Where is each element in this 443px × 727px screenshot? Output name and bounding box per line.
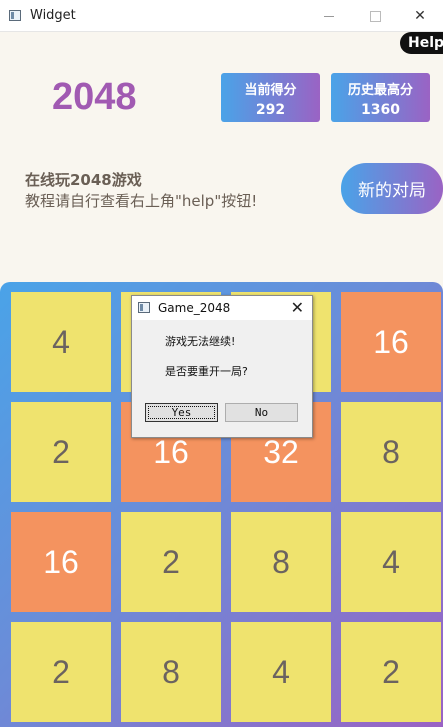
maximize-button[interactable] <box>352 0 398 32</box>
dialog-close-icon[interactable]: ✕ <box>291 298 304 317</box>
dialog-message-line2: 是否要重开一局? <box>165 365 248 378</box>
board-tile: 8 <box>121 622 221 722</box>
yes-button[interactable]: Yes <box>145 403 218 422</box>
board-tile: 2 <box>11 622 111 722</box>
current-score-value: 292 <box>255 102 286 118</box>
window-titlebar: Widget ✕ <box>0 0 443 32</box>
board-tile: 2 <box>341 622 441 722</box>
board-tile: 16 <box>11 512 111 612</box>
board-tile: 8 <box>341 402 441 502</box>
board-tile: 4 <box>231 622 331 722</box>
window-title: Widget <box>30 8 76 23</box>
current-score-label: 当前得分 <box>244 83 297 98</box>
current-score-box: 当前得分 292 <box>221 73 320 122</box>
minimize-icon <box>324 15 334 17</box>
dialog-titlebar: Game_2048 ✕ <box>132 296 312 320</box>
close-button[interactable]: ✕ <box>397 0 443 32</box>
board-tile: 2 <box>121 512 221 612</box>
best-score-value: 1360 <box>361 102 400 118</box>
board-tile: 4 <box>11 292 111 392</box>
app-window-icon <box>9 10 21 21</box>
help-button[interactable]: Help <box>400 32 443 54</box>
new-game-button[interactable]: 新的对局 <box>341 163 443 214</box>
best-score-box: 历史最高分 1360 <box>331 73 430 122</box>
best-score-label: 历史最高分 <box>347 83 413 98</box>
intro-hint: 教程请自行查看右上角"help"按钮! <box>25 192 258 210</box>
minimize-button[interactable] <box>306 0 352 32</box>
intro-heading: 在线玩2048游戏 <box>25 171 142 189</box>
no-button[interactable]: No <box>225 403 298 422</box>
board-tile: 8 <box>231 512 331 612</box>
game-over-dialog: Game_2048 ✕ 游戏无法继续! 是否要重开一局? Yes No <box>131 295 313 438</box>
board-tile: 16 <box>341 292 441 392</box>
close-icon: ✕ <box>414 8 426 24</box>
board-tile: 4 <box>341 512 441 612</box>
dialog-message-line1: 游戏无法继续! <box>165 335 236 348</box>
game-logo: 2048 <box>52 76 137 118</box>
dialog-title: Game_2048 <box>158 301 231 315</box>
dialog-app-icon <box>138 302 150 313</box>
maximize-icon <box>369 10 381 22</box>
board-tile: 2 <box>11 402 111 502</box>
